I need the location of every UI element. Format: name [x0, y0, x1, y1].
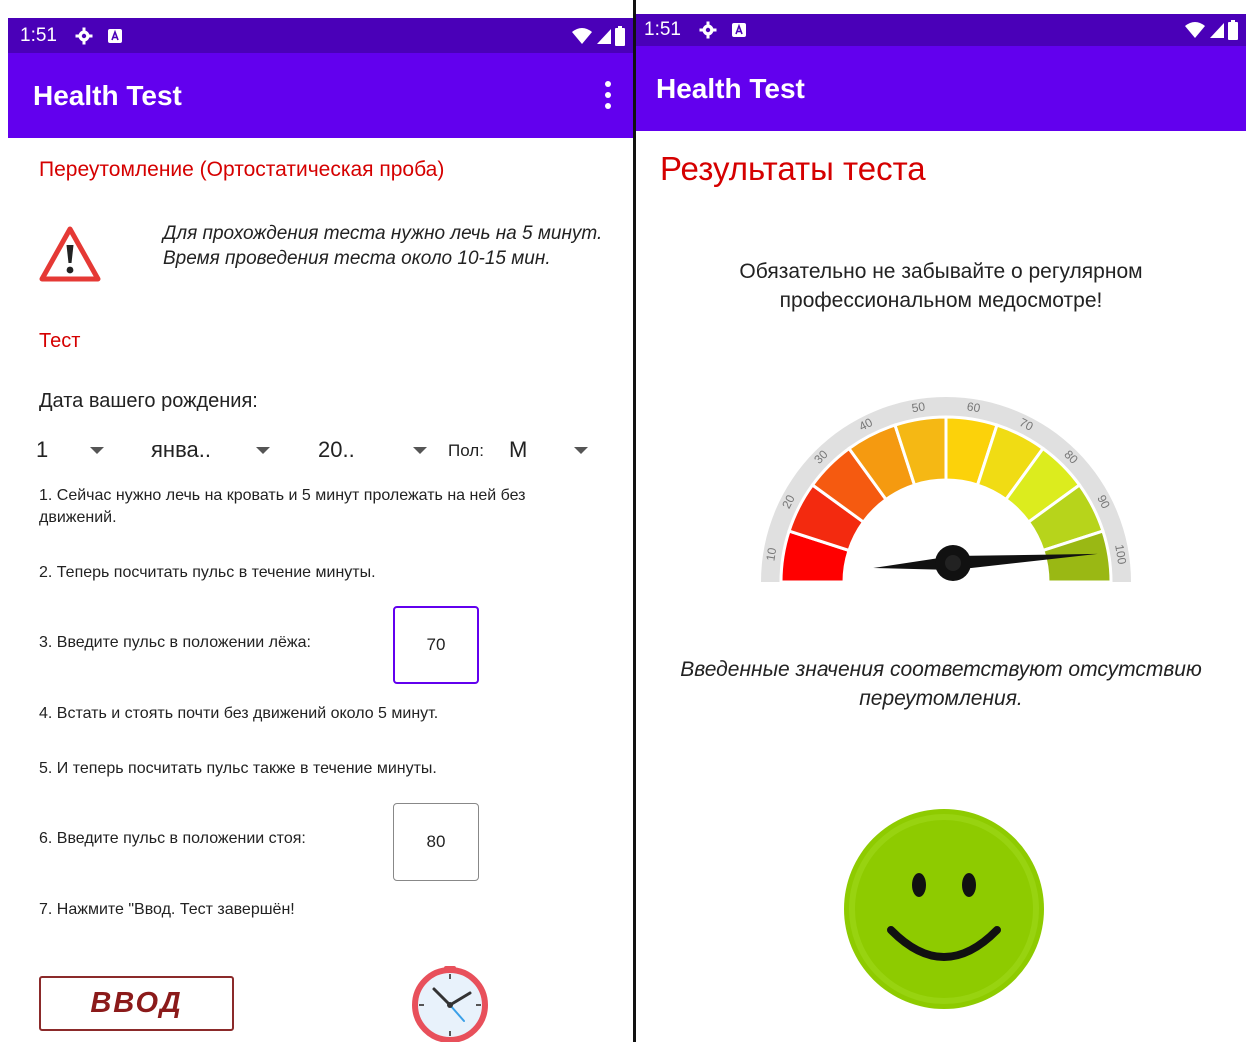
section-label: Тест [39, 330, 81, 352]
keyboard-icon [731, 22, 747, 38]
battery-icon [615, 25, 625, 46]
more-vert-icon[interactable] [603, 81, 613, 109]
dob-label: Дата вашего рождения: [39, 390, 258, 412]
keyboard-icon [107, 28, 123, 44]
smiley-icon [844, 809, 1044, 1009]
sex-label: Пол: [448, 441, 484, 460]
gauge-tick-label: 50 [911, 399, 927, 415]
pulse-standing-input[interactable]: 80 [393, 803, 479, 881]
settings-icon [75, 27, 93, 45]
gauge-tick-label: 60 [966, 399, 982, 415]
step-6: 6. Введите пульс в положении стоя: [39, 830, 306, 847]
pulse-lying-input[interactable]: 70 [393, 606, 479, 684]
step-7: 7. Нажмите "Ввод. Тест завершён! [39, 901, 295, 918]
step-1: 1. Сейчас нужно лечь на кровать и 5 мину… [39, 487, 526, 526]
year-value: 20.. [318, 437, 355, 462]
status-bar: 1:51 [636, 14, 1246, 46]
chevron-down-icon [90, 446, 105, 454]
results-screen: 1:51 Health Test Результаты теста Обязат… [636, 0, 1246, 1042]
battery-icon [1228, 20, 1238, 40]
settings-icon [699, 21, 717, 39]
status-time: 1:51 [644, 19, 681, 40]
app-title: Health Test [33, 79, 182, 111]
test-title: Переутомление (Ортостатическая проба) [39, 158, 445, 181]
app-bar: Health Test [636, 46, 1246, 131]
step-5: 5. И теперь посчитать пульс также в тече… [39, 760, 437, 777]
sex-dropdown[interactable]: М [509, 437, 589, 463]
day-dropdown[interactable]: 1 [36, 437, 105, 463]
chevron-down-icon [255, 446, 270, 454]
app-bar: Health Test [8, 53, 633, 138]
month-dropdown[interactable]: янва.. [151, 437, 270, 463]
signal-icon [1210, 23, 1224, 38]
step-3: 3. Введите пульс в положении лёжа: [39, 634, 311, 651]
reminder-text: Обязательно не забывайте о регулярном пр… [739, 260, 1143, 312]
chevron-down-icon [412, 446, 427, 454]
month-value: янва.. [151, 437, 211, 462]
enter-button[interactable]: ВВОД [39, 976, 234, 1031]
sex-value: М [509, 437, 528, 462]
chevron-down-icon [574, 446, 589, 454]
test-screen: 1:51 Health Test Переутомление (Ортостат… [8, 0, 633, 1042]
status-time: 1:51 [20, 24, 57, 46]
result-gauge: 1020304050 60708090100 [761, 397, 1131, 584]
warning-icon [38, 225, 102, 288]
day-value: 1 [36, 437, 49, 462]
clock-icon[interactable] [410, 965, 490, 1042]
signal-icon [597, 28, 611, 44]
app-title: Health Test [656, 72, 805, 104]
step-4: 4. Встать и стоять почти без движений ок… [39, 705, 439, 722]
warning-text: Для прохождения теста нужно лечь на 5 ми… [163, 223, 603, 269]
status-bar: 1:51 [8, 18, 633, 53]
year-dropdown[interactable]: 20.. [318, 437, 427, 463]
wifi-icon [1185, 22, 1205, 38]
results-title: Результаты теста [660, 150, 926, 187]
result-text: Введенные значения соответствуют отсутст… [680, 658, 1202, 710]
wifi-icon [572, 27, 592, 44]
step-2: 2. Теперь посчитать пульс в течение мину… [39, 564, 376, 581]
gauge-tick-label: 10 [763, 546, 779, 562]
